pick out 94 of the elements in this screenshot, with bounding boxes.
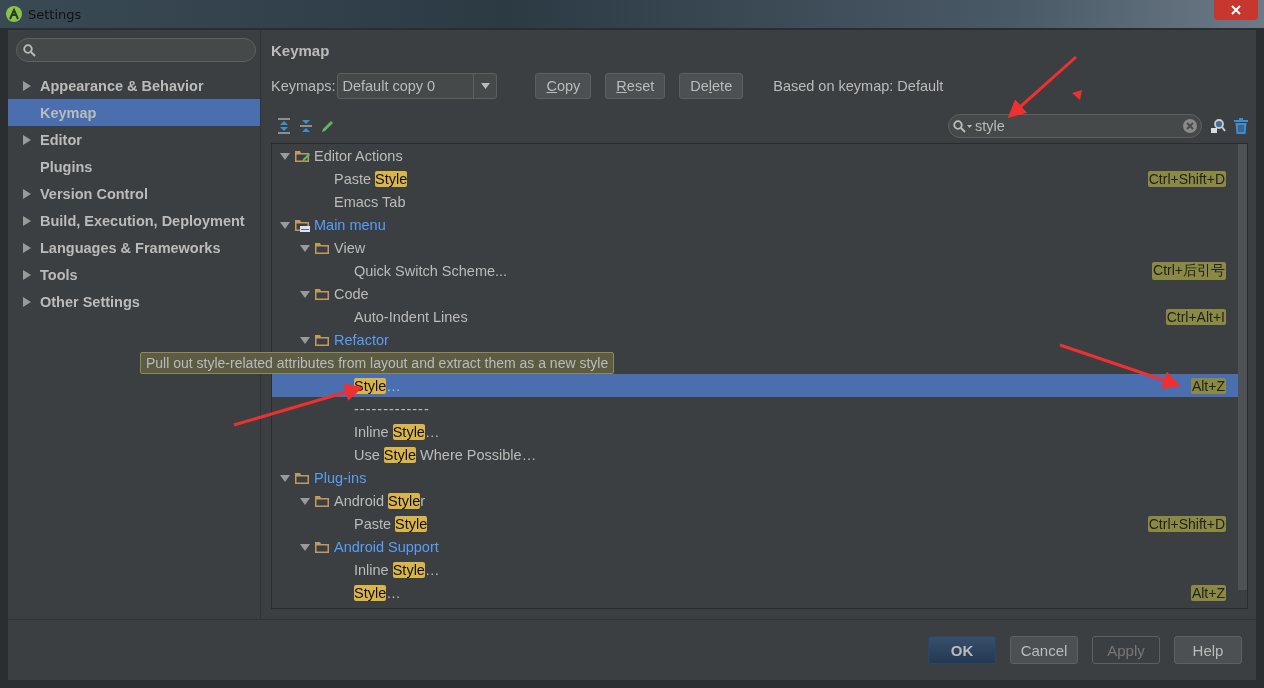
annotation-arrow	[1007, 55, 1077, 118]
shortcut-badge: Ctrl+后引号	[1152, 261, 1226, 280]
pencil-icon[interactable]	[321, 119, 335, 133]
shortcut-badge: Ctrl+Shift+D	[1147, 515, 1226, 532]
dialog-button[interactable]: OK	[928, 636, 996, 664]
action-label: Paste Style	[334, 170, 408, 187]
expand-triangle-icon[interactable]	[280, 150, 290, 161]
tree-row[interactable]: Code	[272, 282, 1238, 305]
expand-triangle-icon[interactable]	[23, 188, 31, 199]
tree-row[interactable]: -------------	[272, 397, 1238, 420]
sidebar-item[interactable]: Languages & Frameworks	[8, 234, 260, 261]
tree-row[interactable]: Style… Alt+Z	[272, 581, 1238, 604]
tree-row[interactable]: Plug-ins	[272, 466, 1238, 489]
group-label: Main menu	[314, 216, 386, 233]
find-shortcut-icon[interactable]	[1210, 118, 1226, 134]
group-label: Android Support	[334, 538, 439, 555]
sidebar-item[interactable]: Editor	[8, 126, 260, 153]
clear-icon[interactable]	[1183, 119, 1197, 133]
keymap-button[interactable]: Copy	[535, 73, 592, 99]
shortcut-badge: Ctrl+Alt+I	[1165, 308, 1226, 325]
tree-row[interactable]: Android Support	[272, 535, 1238, 558]
group-label: Editor Actions	[314, 147, 403, 164]
shortcut-badge: Alt+Z	[1190, 377, 1226, 394]
close-icon	[1231, 5, 1241, 15]
expand-triangle-icon[interactable]	[300, 334, 310, 345]
window-title: Settings	[28, 6, 82, 22]
keymap-button[interactable]: Reset	[605, 73, 666, 99]
based-on-text: Based on keymap: Default	[773, 78, 944, 94]
tree-row[interactable]: Inline Style…	[272, 558, 1238, 581]
tree-row[interactable]: Main menu	[272, 213, 1238, 236]
tree-row[interactable]: View	[272, 236, 1238, 259]
scrollbar[interactable]	[1238, 144, 1247, 590]
action-label: Paste Style	[354, 515, 428, 532]
expand-triangle-icon[interactable]	[300, 495, 310, 506]
action-label: Quick Switch Scheme...	[354, 262, 508, 279]
keymaps-label: Keymaps:	[271, 78, 336, 94]
group-label: Android Styler	[334, 492, 426, 509]
search-icon	[953, 119, 973, 133]
action-label: Style…	[354, 584, 401, 601]
search-icon	[23, 43, 36, 57]
tree-row[interactable]: Editor Actions	[272, 144, 1238, 167]
trash-icon[interactable]	[1234, 118, 1248, 134]
expand-triangle-icon[interactable]	[280, 472, 290, 483]
tree-row[interactable]: Inline Style…	[272, 420, 1238, 443]
dropdown-caret-icon	[481, 83, 490, 89]
expand-triangle-icon[interactable]	[23, 134, 31, 145]
tree-row[interactable]: Paste Style Ctrl+Shift+D	[272, 512, 1238, 535]
expand-triangle-icon[interactable]	[23, 80, 31, 91]
keymap-button[interactable]: Delete	[679, 73, 744, 99]
expand-triangle-icon[interactable]	[300, 288, 310, 299]
panel-title: Keymap	[271, 42, 331, 59]
android-logo-icon	[6, 6, 22, 22]
annotation-mark	[1072, 90, 1082, 100]
tree-row[interactable]: Use Style Where Possible…	[272, 443, 1238, 466]
action-label: Use Style Where Possible…	[354, 446, 537, 463]
sidebar-item[interactable]: Appearance & Behavior	[8, 72, 260, 99]
close-button[interactable]	[1214, 0, 1258, 20]
separator-text: -------------	[354, 400, 430, 417]
sidebar-item[interactable]: Version Control	[8, 180, 260, 207]
shortcut-badge: Alt+Z	[1190, 584, 1226, 601]
group-label: Plug-ins	[314, 469, 367, 486]
sidebar-item[interactable]: Tools	[8, 261, 260, 288]
tree-row[interactable]: Refactor	[272, 328, 1238, 351]
expand-triangle-icon[interactable]	[300, 242, 310, 253]
sidebar-item[interactable]: Other Settings	[8, 288, 260, 315]
dialog-button[interactable]: Help	[1174, 636, 1242, 664]
group-label: View	[334, 239, 366, 256]
action-label: Emacs Tab	[334, 193, 406, 210]
sidebar-item[interactable]: Plugins	[8, 153, 260, 180]
keymap-dropdown[interactable]: Default copy 0	[337, 73, 498, 99]
tree-row[interactable]: Android Styler	[272, 489, 1238, 512]
action-label: Inline Style…	[354, 561, 440, 578]
tree-row[interactable]: Emacs Tab	[272, 190, 1238, 213]
tree-row[interactable]: Auto-Indent Lines Ctrl+Alt+I	[272, 305, 1238, 328]
dialog-button[interactable]: Cancel	[1010, 636, 1078, 664]
expand-all-icon[interactable]	[277, 118, 291, 134]
expand-triangle-icon[interactable]	[23, 296, 31, 307]
filter-field[interactable]: style	[948, 114, 1202, 138]
shortcut-badge: Ctrl+Shift+D	[1147, 170, 1226, 187]
action-label: Auto-Indent Lines	[354, 308, 468, 325]
expand-triangle-icon[interactable]	[23, 242, 31, 253]
tooltip: Pull out style-related attributes from layout and extract them as a new style	[140, 351, 615, 374]
expand-triangle-icon[interactable]	[280, 219, 290, 230]
tree-row[interactable]: Paste Style Ctrl+Shift+D	[272, 167, 1238, 190]
expand-triangle-icon[interactable]	[23, 215, 31, 226]
collapse-all-icon[interactable]	[299, 118, 313, 134]
group-label: Refactor	[334, 331, 389, 348]
group-label: Code	[334, 285, 369, 302]
expand-triangle-icon[interactable]	[300, 541, 310, 552]
sidebar-item[interactable]: Build, Execution, Deployment	[8, 207, 260, 234]
expand-triangle-icon[interactable]	[23, 269, 31, 280]
action-label: Inline Style…	[354, 423, 440, 440]
search-field[interactable]	[16, 38, 256, 62]
tree-row[interactable]: Quick Switch Scheme... Ctrl+后引号	[272, 259, 1238, 282]
